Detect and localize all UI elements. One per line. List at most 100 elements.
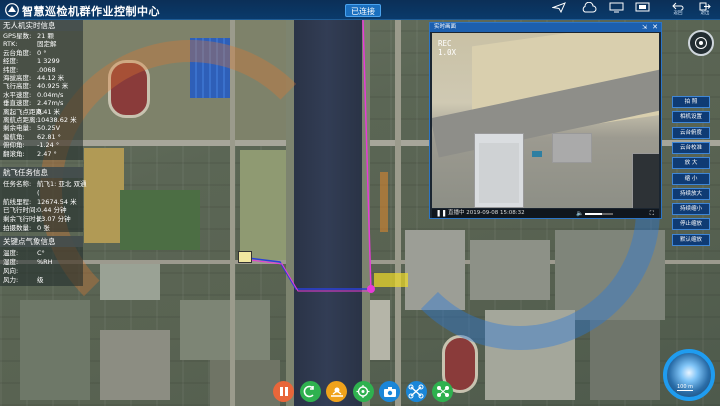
info-label: 温度: — [3, 249, 19, 257]
takeoff-button[interactable] — [326, 381, 347, 402]
info-label: 风向: — [3, 267, 19, 275]
video-feed[interactable]: REC 1.0X — [432, 33, 659, 208]
toolbar-screen[interactable] — [632, 2, 652, 18]
control-button-9[interactable]: 停止缩放 — [672, 218, 710, 231]
toolbar-monitor[interactable] — [606, 2, 626, 18]
camera-icon — [383, 387, 396, 397]
control-button-3[interactable]: 云台俯度 — [672, 126, 710, 139]
info-value: %RH — [37, 258, 53, 266]
info-value: 12674.54 米 — [37, 197, 77, 206]
info-row: 航线里程: 12674.54 米 — [3, 198, 77, 206]
toolbar-send[interactable] — [549, 2, 569, 18]
close-icon[interactable]: ✕ — [652, 23, 658, 32]
title-bar: 智慧巡检机群作业控制中心 已连接 返回 退出 — [0, 0, 720, 20]
info-row: 拍摄数量: 0 张 — [3, 224, 50, 232]
info-label: 已飞行时间: — [3, 206, 38, 215]
info-label: RTK: — [3, 40, 18, 49]
formation-button[interactable] — [432, 381, 453, 402]
info-value: 级 — [37, 276, 44, 284]
video-title: 实时画面 — [434, 24, 457, 30]
info-label: 垂直速度: — [3, 99, 32, 108]
info-value: 固定解 — [37, 40, 57, 49]
drone-position-marker[interactable] — [238, 251, 252, 263]
target-icon — [356, 385, 370, 398]
info-row: 俯仰角: -1.24 ° — [3, 141, 59, 149]
info-value: ( — [37, 188, 40, 197]
monitor-icon — [609, 2, 623, 13]
info-value: 0 张 — [37, 224, 50, 232]
info-value: 50.25V — [37, 124, 61, 133]
info-row: 剩余电量: 50.25V — [3, 124, 60, 133]
app-title: 智慧巡检机群作业控制中心 — [22, 5, 160, 18]
control-button-4[interactable]: 云台校准 — [672, 141, 710, 154]
exit-button[interactable]: 退出 — [695, 2, 715, 18]
return-icon — [672, 2, 684, 11]
info-label: 云台角度: — [3, 48, 32, 57]
info-value: C° — [37, 249, 45, 257]
info-label: 剩余电量: — [3, 124, 32, 133]
info-value: 0.41 米 — [37, 107, 61, 116]
map-zoom-dial[interactable]: 100 m — [663, 349, 715, 401]
info-row: 垂直速度: 2.47m/s — [3, 99, 63, 108]
mission-button[interactable] — [405, 381, 427, 402]
info-row: 纬度: .0068 — [3, 65, 56, 74]
pause-button[interactable] — [273, 381, 294, 402]
info-row: GPS星数: 21 颗 — [3, 32, 54, 40]
info-row: 云台角度: 0 ° — [3, 48, 46, 57]
control-button-2[interactable]: 相机设置 — [672, 111, 710, 124]
info-value: 23.07 分钟 — [37, 215, 71, 224]
compass-icon[interactable] — [688, 30, 714, 56]
info-row: 离航点距离: 10438.62 米 — [3, 116, 77, 124]
app-logo-icon — [5, 3, 19, 17]
control-button-10[interactable]: 默认缩放 — [672, 233, 710, 246]
info-value: 0 ° — [37, 48, 47, 57]
info-value: -1.24 ° — [37, 141, 60, 150]
gimbal-button[interactable] — [352, 381, 374, 402]
control-button-7[interactable]: 持续放大 — [672, 187, 710, 200]
formation-icon — [436, 386, 449, 397]
info-row: 飞行高度: 40.925 米 — [3, 82, 68, 91]
volume-icon[interactable]: 🔈 — [576, 209, 583, 218]
control-button-6[interactable]: 缩 小 — [672, 172, 710, 185]
control-button-1[interactable]: 拍 照 — [672, 96, 710, 108]
pin-icon[interactable]: ⇲ — [642, 23, 647, 32]
control-button-8[interactable]: 持续缩小 — [672, 203, 710, 216]
connection-status-badge: 已连接 — [345, 4, 381, 17]
return-home-button[interactable] — [299, 381, 321, 402]
takeoff-icon — [330, 387, 343, 397]
info-value: 航飞1: 亚北 双通 — [37, 180, 87, 188]
info-value: 10438.62 米 — [37, 116, 77, 124]
info-row: 湿度: %RH — [3, 258, 53, 266]
control-button-5[interactable]: 放 大 — [672, 157, 710, 170]
info-label: 飞行高度: — [3, 82, 32, 91]
pause-icon[interactable]: ❚❚ — [436, 210, 447, 217]
info-label: 离航点距离: — [3, 116, 38, 124]
live-video-panel: 实时画面 ⇲ ✕ REC 1.0X ❚❚ 直播中 2019-09-08 15:0… — [429, 22, 662, 219]
return-button[interactable]: 返回 — [668, 2, 688, 18]
info-row: 水平速度: 0.04m/s — [3, 90, 63, 99]
toolbar-cloud[interactable] — [579, 2, 599, 18]
info-label: 海拔高度: — [3, 74, 32, 82]
info-label: 水平速度: — [3, 90, 32, 99]
volume-slider[interactable] — [585, 213, 613, 215]
send-icon — [552, 2, 566, 13]
info-row: 海拔高度: 44.12 米 — [3, 74, 64, 82]
fullscreen-icon[interactable]: ⛶ — [650, 209, 654, 218]
info-label: 偏航角: — [3, 132, 25, 141]
video-timestamp: 直播中 2019-09-08 15:08:32 — [448, 210, 525, 216]
camera-button[interactable] — [379, 381, 400, 402]
video-controls: ❚❚ 直播中 2019-09-08 15:08:32 🔈 ⛶ — [432, 209, 659, 218]
info-value: 0.44 分钟 — [37, 206, 67, 215]
info-label: 经度: — [3, 57, 19, 66]
mission-info-header: 航飞任务信息 — [0, 167, 83, 178]
screen-icon — [635, 2, 649, 12]
pause-icon — [279, 387, 288, 396]
uav-info-header: 无人机实时信息 — [0, 20, 83, 31]
info-label: 湿度: — [3, 258, 19, 266]
info-label: 纬度: — [3, 65, 19, 74]
drone-icon — [408, 384, 424, 399]
exit-icon — [699, 2, 711, 11]
info-row: 偏航角: 62.81 ° — [3, 132, 61, 141]
info-label: 任务名称: — [3, 180, 32, 188]
info-value: .0068 — [37, 65, 56, 74]
